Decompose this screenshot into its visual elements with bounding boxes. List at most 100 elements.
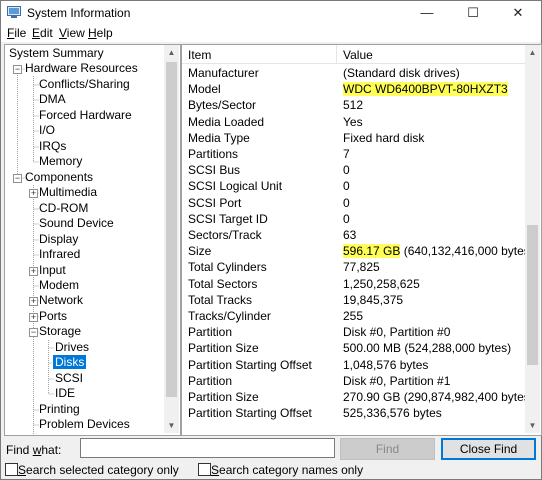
tree-item-network[interactable]: Network xyxy=(39,293,83,308)
tree-scrollbar-thumb[interactable] xyxy=(166,62,177,397)
table-row[interactable]: SCSI Bus 0 xyxy=(182,162,525,178)
tree-item-system-summary[interactable]: System Summary xyxy=(9,46,104,61)
row-item-cell: Partition xyxy=(188,373,233,388)
tree-item-components[interactable]: Components xyxy=(25,170,93,185)
tree-item-modem[interactable]: Modem xyxy=(39,278,79,293)
row-value-cell: Yes xyxy=(343,114,363,129)
table-row[interactable]: Partition Disk #0, Partition #0 xyxy=(182,324,525,340)
tree-item-dma[interactable]: DMA xyxy=(39,92,66,107)
tree-item-printing[interactable]: Printing xyxy=(39,402,80,417)
tree-item-disks[interactable]: Disks xyxy=(51,354,88,370)
table-row[interactable]: Manufacturer (Standard disk drives) xyxy=(182,65,525,81)
tree-item-storage[interactable]: Storage xyxy=(39,324,81,339)
table-row[interactable]: Total Sectors 1,250,258,625 xyxy=(182,276,525,292)
row-item-cell: SCSI Bus xyxy=(188,163,241,178)
close-icon: ✕ xyxy=(512,5,524,20)
tree-item-ports[interactable]: Ports xyxy=(39,309,67,324)
minimize-button[interactable]: — xyxy=(404,1,450,25)
row-item-cell: Manufacturer xyxy=(188,66,259,80)
expand-toggle-icon[interactable]: + xyxy=(29,189,38,198)
details-scrollbar[interactable]: ▲ ▼ xyxy=(525,45,540,433)
tree-item-sound-device[interactable]: Sound Device xyxy=(39,216,114,231)
tree-item-drives[interactable]: Drives xyxy=(55,340,89,355)
close-window-button[interactable]: ✕ xyxy=(495,1,541,25)
maximize-button[interactable]: ☐ xyxy=(450,1,496,25)
system-information-app-icon xyxy=(7,6,21,18)
menu-view[interactable]: View xyxy=(59,26,85,40)
table-row[interactable]: Partition Disk #0, Partition #1 xyxy=(182,373,525,389)
tree-item-display[interactable]: Display xyxy=(39,232,78,247)
find-what-input[interactable] xyxy=(80,438,335,458)
tree-item-multimedia[interactable]: Multimedia xyxy=(39,185,97,200)
table-row[interactable]: Partition Starting Offset 525,336,576 byt… xyxy=(182,405,525,421)
tree-item-cd-rom[interactable]: CD-ROM xyxy=(39,201,88,216)
table-row[interactable]: Media Type Fixed hard disk xyxy=(182,130,525,146)
table-row[interactable]: Partition Size 500.00 MB (524,288,000 byt… xyxy=(182,340,525,356)
menu-help[interactable]: Help xyxy=(88,26,113,40)
tree-item-label: Memory xyxy=(39,154,83,168)
table-row[interactable]: Partition Starting Offset 1,048,576 bytes xyxy=(182,357,525,373)
tree-item-label: IRQs xyxy=(39,139,67,153)
table-row[interactable]: Media Loaded Yes xyxy=(182,114,525,130)
column-divider[interactable] xyxy=(336,45,337,63)
table-row[interactable]: Tracks/Cylinder 255 xyxy=(182,308,525,324)
tree-item-memory[interactable]: Memory xyxy=(39,154,82,169)
row-item-cell: Partition Size xyxy=(188,341,259,356)
table-row[interactable]: Model WDC WD6400BPVT-80HXZT3 xyxy=(182,81,525,97)
row-value-cell: 19,845,375 xyxy=(343,292,404,307)
column-header-value[interactable]: Value xyxy=(343,48,373,62)
table-row[interactable]: Total Cylinders 77,825 xyxy=(182,259,525,275)
search-category-names-checkbox[interactable] xyxy=(198,463,211,476)
details-scrollbar-thumb[interactable] xyxy=(527,225,538,365)
table-row[interactable]: Sectors/Track 63 xyxy=(182,227,525,243)
tree-item-irqs[interactable]: IRQs xyxy=(39,139,66,154)
table-row[interactable]: SCSI Port 0 xyxy=(182,195,525,211)
expand-toggle-icon[interactable]: + xyxy=(29,267,38,276)
tree-item-label: Components xyxy=(25,170,94,184)
tree-item-hardware-resources[interactable]: Hardware Resources xyxy=(25,61,138,76)
search-selected-category-label[interactable]: Search selected category only xyxy=(18,463,179,477)
close-find-button[interactable]: Close Find xyxy=(441,438,536,460)
table-row[interactable]: Total Tracks 19,845,375 xyxy=(182,292,525,308)
find-button[interactable]: Find xyxy=(340,438,435,460)
tree-item-label: Modem xyxy=(39,278,80,292)
tree-item-infrared[interactable]: Infrared xyxy=(39,247,80,262)
tree-item-forced-hardware[interactable]: Forced Hardware xyxy=(39,108,132,123)
tree-item-scsi[interactable]: SCSI xyxy=(55,371,83,386)
tree-item-label: Infrared xyxy=(39,247,81,261)
menu-file[interactable]: File xyxy=(7,26,26,40)
details-list[interactable]: Item Value Manufacturer (Standard disk dr… xyxy=(181,44,542,436)
scroll-down-arrow-icon[interactable]: ▼ xyxy=(525,418,540,433)
table-row[interactable]: Partitions 7 xyxy=(182,146,525,162)
table-row[interactable]: SCSI Logical Unit 0 xyxy=(182,178,525,194)
tree-item-input[interactable]: Input xyxy=(39,263,66,278)
search-category-names-label[interactable]: Search category names only xyxy=(211,463,363,477)
expand-toggle-icon[interactable]: + xyxy=(29,297,38,306)
menu-edit-label: dit xyxy=(40,26,53,40)
tree-scrollbar[interactable]: ▲ ▼ xyxy=(164,45,179,433)
expand-toggle-icon[interactable]: + xyxy=(29,313,38,322)
row-item-cell: Total Cylinders xyxy=(188,260,267,275)
scroll-down-arrow-icon[interactable]: ▼ xyxy=(164,418,179,433)
collapse-toggle-icon[interactable]: − xyxy=(29,328,38,337)
row-item-cell: Media Type xyxy=(188,130,250,145)
table-row[interactable]: Bytes/Sector 512 xyxy=(182,97,525,113)
category-tree[interactable]: System Summary − Hardware Resources Conf… xyxy=(4,44,181,436)
table-row[interactable]: SCSI Target ID 0 xyxy=(182,211,525,227)
collapse-toggle-icon[interactable]: − xyxy=(13,65,22,74)
row-value-cell: 270.90 GB (290,874,982,400 bytes) xyxy=(343,390,534,404)
table-row[interactable]: Partition Size 270.90 GB (290,874,982,400… xyxy=(182,389,534,405)
tree-item-conflicts-sharing[interactable]: Conflicts/Sharing xyxy=(39,77,130,92)
row-item-cell: Sectors/Track xyxy=(188,228,262,242)
collapse-toggle-icon[interactable]: − xyxy=(13,174,22,183)
tree-item-ide[interactable]: IDE xyxy=(55,386,75,401)
menu-edit[interactable]: Edit xyxy=(32,26,53,40)
search-selected-category-checkbox[interactable] xyxy=(5,463,18,476)
scroll-up-arrow-icon[interactable]: ▲ xyxy=(525,45,540,60)
tree-item-problem-devices[interactable]: Problem Devices xyxy=(39,417,130,432)
scroll-up-arrow-icon[interactable]: ▲ xyxy=(164,45,179,60)
column-header-item[interactable]: Item xyxy=(188,48,211,62)
tree-item-label: Conflicts/Sharing xyxy=(39,77,130,91)
tree-item-io[interactable]: I/O xyxy=(39,123,55,138)
table-row[interactable]: Size 596.17 GB (640,132,416,000 bytes) xyxy=(182,243,534,259)
